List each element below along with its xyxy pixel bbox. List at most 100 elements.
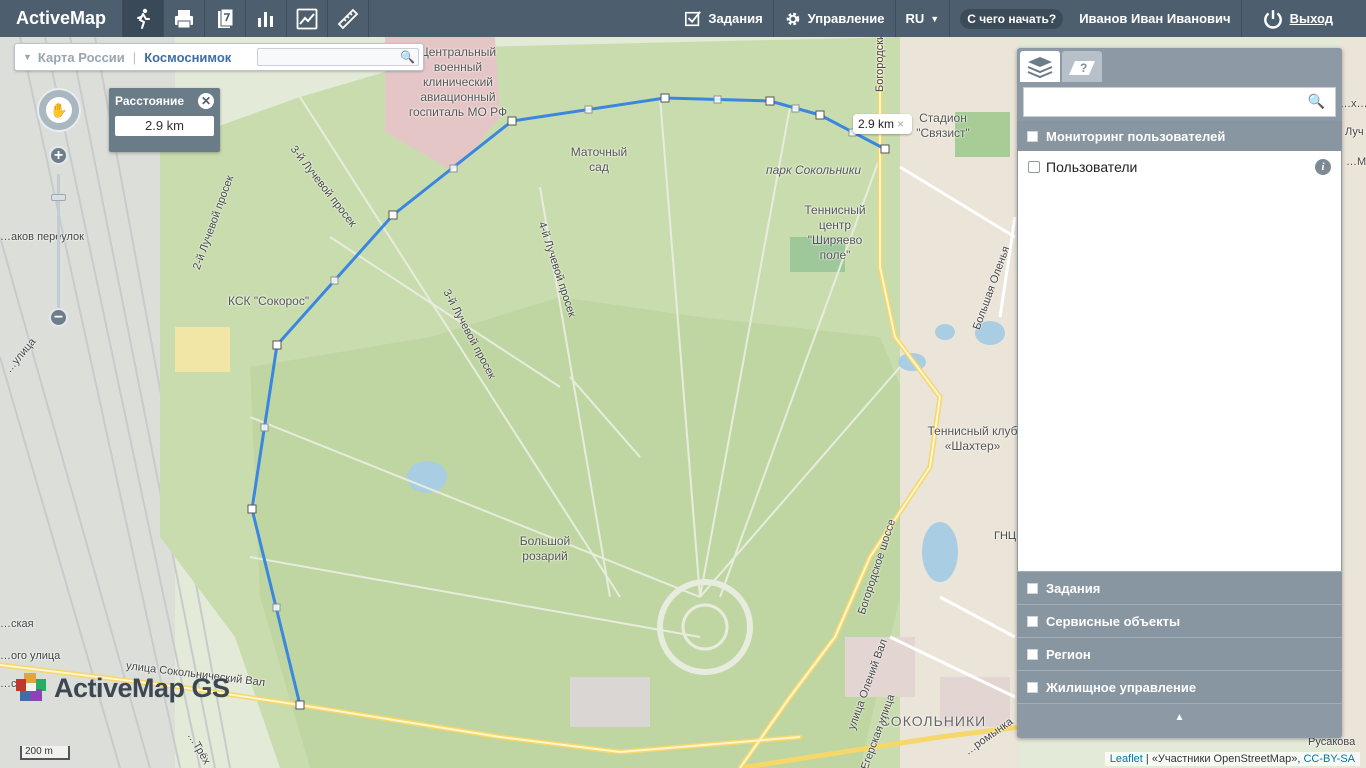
management-menu[interactable]: Управление xyxy=(774,0,896,37)
section-checkbox[interactable] xyxy=(1027,681,1038,693)
top-bar: ActiveMap Задания Управление RU ▼ С чего… xyxy=(0,0,1366,37)
pan-control[interactable]: ✋ xyxy=(37,88,81,132)
checkbox-check-icon xyxy=(685,10,702,26)
map-label-road-19: …ого улица xyxy=(0,650,61,662)
map-label-road-22: …Мещанка xyxy=(1346,156,1366,168)
layers-icon xyxy=(1027,56,1053,78)
map-label-road-16: …ская xyxy=(0,618,34,630)
language-select[interactable]: RU ▼ xyxy=(896,0,951,37)
distance-title: Расстояние xyxy=(115,94,185,108)
caret-down-icon: ▼ xyxy=(930,13,940,24)
brand-logo: ActiveMap GS xyxy=(14,671,230,705)
line-chart-icon xyxy=(296,8,318,29)
distance-tooltip: 2.9 km × xyxy=(853,114,913,134)
distance-value: 2.9 km xyxy=(115,116,214,136)
panel-collapse-button[interactable]: ▲ xyxy=(1017,703,1342,731)
svg-text:?: ? xyxy=(1080,61,1087,75)
section-checkbox[interactable] xyxy=(1027,582,1038,594)
logo-mark-icon xyxy=(16,673,46,701)
info-icon[interactable]: i xyxy=(1315,159,1331,175)
map-help-icon: ? xyxy=(1069,60,1095,75)
map-label-stadium: Стадион "Связист" xyxy=(916,111,970,140)
section-body-monitoring: Пользователи i xyxy=(1018,151,1341,571)
map-label-road-21: …х… xyxy=(1340,98,1366,110)
line-chart-button[interactable] xyxy=(287,0,329,37)
basemap-switch: ▼ Карта России | Космоснимок 🔍 xyxy=(14,43,424,71)
section-tasks[interactable]: Задания xyxy=(1017,571,1342,604)
close-icon[interactable]: ✕ xyxy=(198,93,214,109)
attribution: Leaflet | «Участники OpenStreetMap», CC-… xyxy=(1104,752,1360,766)
route-tool-button[interactable] xyxy=(123,0,165,37)
zoom-out-button[interactable]: − xyxy=(49,308,68,327)
section-label: Задания xyxy=(1046,580,1101,596)
zoom-slider-thumb[interactable] xyxy=(51,194,66,201)
help-item: С чего начать? xyxy=(950,0,1069,37)
map-label-sokoros: КСК "Сокорос" xyxy=(228,294,310,308)
section-region[interactable]: Регион xyxy=(1017,637,1342,670)
user-name-label: Иванов Иван Иванович xyxy=(1079,11,1231,26)
section-label: Сервисные объекты xyxy=(1046,613,1181,629)
zoom-control: ✋ + − xyxy=(37,88,81,338)
map-label-park: парк Сокольники xyxy=(766,163,862,177)
ruler-button[interactable] xyxy=(328,0,370,37)
bar-chart-icon xyxy=(258,11,274,27)
scale-bar: 200 m xyxy=(20,746,70,760)
panel-search-input[interactable] xyxy=(1024,88,1335,116)
tab-legend[interactable]: ? xyxy=(1062,51,1102,82)
osm-credit: «Участники OpenStreetMap» xyxy=(1151,753,1298,765)
map-label-road-17: ГНЦ xyxy=(994,530,1017,542)
logout-button[interactable]: Выход xyxy=(1242,0,1366,37)
panel-search-box: 🔍 xyxy=(1023,87,1336,117)
search-icon[interactable]: 🔍 xyxy=(400,50,415,64)
power-icon xyxy=(1263,9,1282,29)
tasks-menu[interactable]: Задания xyxy=(674,0,774,37)
app-title[interactable]: ActiveMap xyxy=(0,0,124,37)
help-button[interactable]: С чего начать? xyxy=(960,8,1064,29)
print-button[interactable] xyxy=(164,0,206,37)
tab-layers[interactable] xyxy=(1020,51,1060,82)
hand-icon: ✋ xyxy=(46,97,72,123)
printer-icon xyxy=(175,9,194,28)
map-label-tennis-center: Теннисный центр "Ширяево поле" xyxy=(804,203,866,262)
bar-chart-button[interactable] xyxy=(246,0,288,37)
logout-label: Выход xyxy=(1289,11,1333,26)
section-label: Регион xyxy=(1046,646,1091,662)
gear-icon xyxy=(786,12,799,25)
map-label-road-9: Богородский xyxy=(874,37,886,92)
section-label: Мониторинг пользователей xyxy=(1046,128,1226,144)
section-service-objects[interactable]: Сервисные объекты xyxy=(1017,604,1342,637)
search-icon[interactable]: 🔍 xyxy=(1308,93,1325,110)
layer-item-users: Пользователи i xyxy=(1028,159,1331,175)
leaflet-link[interactable]: Leaflet xyxy=(1110,753,1143,765)
layer-label: Пользователи xyxy=(1046,159,1138,175)
chevron-up-icon: ▲ xyxy=(1174,712,1185,723)
zoom-in-button[interactable]: + xyxy=(49,146,68,165)
section-housing[interactable]: Жилищное управление xyxy=(1017,670,1342,703)
collapse-arrow-icon[interactable]: ▼ xyxy=(15,52,38,62)
management-label: Управление xyxy=(807,11,885,26)
license-link[interactable]: CC-BY-SA xyxy=(1303,753,1355,765)
section-checkbox[interactable] xyxy=(1027,648,1038,660)
user-name[interactable]: Иванов Иван Иванович xyxy=(1069,0,1242,37)
basemap-option-russia[interactable]: Карта России xyxy=(38,50,125,65)
layers-panel: ? 🔍 Мониторинг пользователей Пользовател… xyxy=(1017,48,1342,738)
map-label-garden: Маточный сад xyxy=(570,145,628,174)
separator: | xyxy=(132,49,137,65)
tooltip-close-icon[interactable]: × xyxy=(897,117,904,131)
section-monitoring[interactable]: Мониторинг пользователей xyxy=(1017,121,1342,151)
map-label-rosary: Большой розарий xyxy=(519,534,571,563)
ruler-icon xyxy=(337,8,359,29)
basemap-option-satellite[interactable]: Космоснимок xyxy=(144,50,231,65)
language-label: RU xyxy=(905,11,925,26)
section-checkbox[interactable] xyxy=(1027,130,1038,142)
map-search-input[interactable]: 🔍 xyxy=(257,48,419,66)
document-button[interactable] xyxy=(205,0,247,37)
walker-icon xyxy=(137,8,151,29)
tooltip-value: 2.9 km xyxy=(858,117,895,131)
distance-panel: Расстояние ✕ 2.9 km xyxy=(109,88,220,152)
section-checkbox[interactable] xyxy=(1027,615,1038,627)
document-icon xyxy=(218,8,234,28)
layer-checkbox[interactable] xyxy=(1028,161,1040,173)
map-label-district: СОКОЛЬНИКИ xyxy=(880,713,987,729)
logo-text: ActiveMap GS xyxy=(54,672,230,703)
